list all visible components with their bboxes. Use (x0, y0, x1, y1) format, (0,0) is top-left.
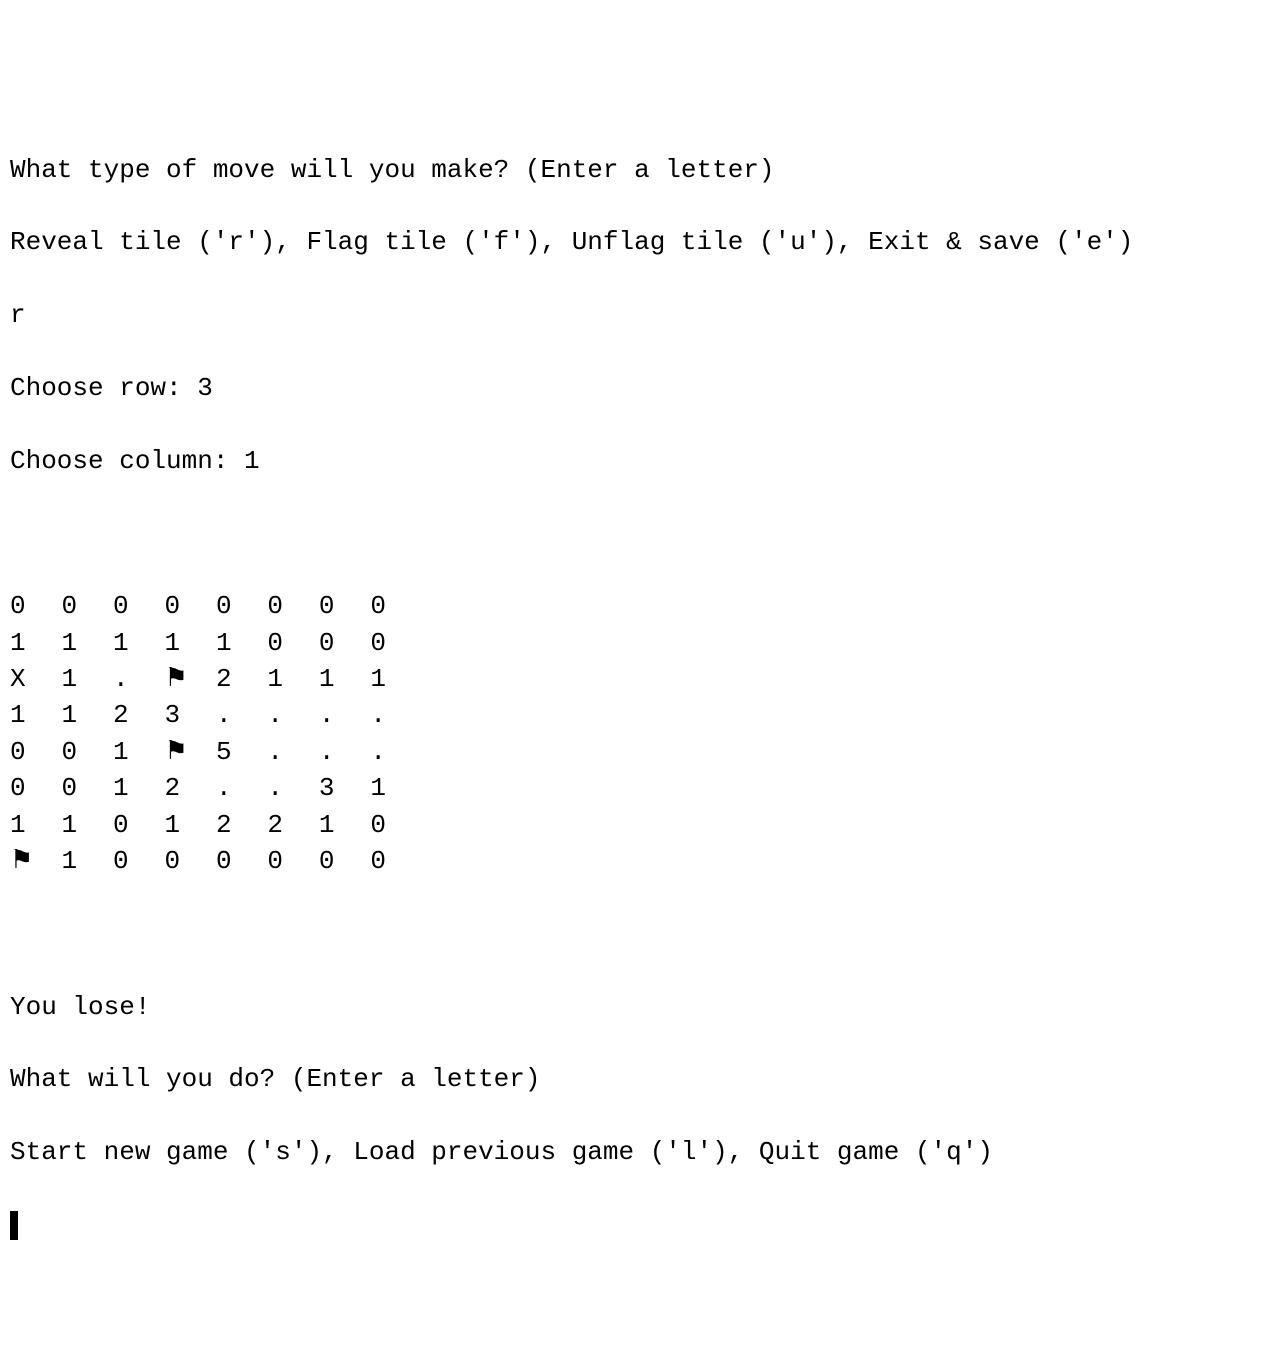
game-board: 0000000011111000X1.⚑21111123....001⚑5...… (10, 588, 1270, 879)
board-cell: 1 (113, 734, 164, 770)
board-cell: 0 (319, 588, 370, 624)
board-cell: 1 (164, 807, 215, 843)
choose-column-line: Choose column: 1 (10, 443, 1270, 479)
blank-line (10, 515, 1270, 551)
board-cell: 1 (113, 625, 164, 661)
board-cell: 1 (10, 697, 61, 733)
board-cell: 0 (216, 588, 267, 624)
board-cell: 0 (113, 843, 164, 879)
board-cell: 1 (319, 661, 370, 697)
column-input[interactable]: 1 (244, 446, 260, 476)
hidden-cell: . (319, 697, 370, 733)
board-cell: 0 (267, 588, 318, 624)
hidden-cell: . (216, 697, 267, 733)
cursor-icon (10, 1211, 18, 1240)
hidden-cell: . (267, 734, 318, 770)
row-input[interactable]: 3 (197, 373, 213, 403)
board-cell: 0 (370, 625, 421, 661)
board-cell: 1 (216, 625, 267, 661)
board-cell: 1 (61, 807, 112, 843)
board-cell: 1 (319, 807, 370, 843)
mine-icon: X (10, 661, 61, 697)
blank-line (10, 916, 1270, 952)
board-cell: 0 (319, 843, 370, 879)
flag-icon: ⚑ (164, 734, 215, 770)
result-message: You lose! (10, 989, 1270, 1025)
choose-row-line: Choose row: 3 (10, 370, 1270, 406)
board-cell: 1 (61, 697, 112, 733)
board-cell: 0 (370, 807, 421, 843)
hidden-cell: . (113, 661, 164, 697)
board-cell: 1 (267, 661, 318, 697)
board-cell: 0 (216, 843, 267, 879)
board-cell: 0 (370, 588, 421, 624)
hidden-cell: . (370, 734, 421, 770)
board-cell: 1 (370, 661, 421, 697)
board-cell: 1 (61, 843, 112, 879)
board-cell: 5 (216, 734, 267, 770)
board-cell: 0 (113, 807, 164, 843)
board-row: 11012210 (10, 807, 1270, 843)
hidden-cell: . (370, 697, 421, 733)
board-cell: 2 (216, 661, 267, 697)
board-cell: 1 (10, 625, 61, 661)
choose-row-label: Choose row: (10, 373, 197, 403)
board-cell: 0 (113, 588, 164, 624)
flag-icon: ⚑ (164, 661, 215, 697)
board-cell: 0 (319, 625, 370, 661)
board-cell: 0 (370, 843, 421, 879)
move-type-prompt: What type of move will you make? (Enter … (10, 152, 1270, 188)
board-cell: 0 (10, 588, 61, 624)
board-row: 0012..31 (10, 770, 1270, 806)
board-cell: 1 (61, 661, 112, 697)
board-row: ⚑1000000 (10, 843, 1270, 879)
board-cell: 2 (216, 807, 267, 843)
choose-column-label: Choose column: (10, 446, 244, 476)
board-row: 11111000 (10, 625, 1270, 661)
board-cell: 1 (10, 807, 61, 843)
move-choice-input[interactable]: r (10, 297, 1270, 333)
board-cell: 1 (164, 625, 215, 661)
board-cell: 0 (164, 588, 215, 624)
board-cell: 0 (267, 625, 318, 661)
board-row: 1123.... (10, 697, 1270, 733)
board-row: 001⚑5... (10, 734, 1270, 770)
board-cell: 3 (319, 770, 370, 806)
board-cell: 0 (61, 734, 112, 770)
board-cell: 1 (113, 770, 164, 806)
cursor-line[interactable] (10, 1207, 1270, 1243)
board-cell: 0 (267, 843, 318, 879)
board-cell: 3 (164, 697, 215, 733)
hidden-cell: . (267, 697, 318, 733)
board-cell: 2 (267, 807, 318, 843)
board-cell: 0 (164, 843, 215, 879)
hidden-cell: . (319, 734, 370, 770)
hidden-cell: . (267, 770, 318, 806)
board-cell: 1 (370, 770, 421, 806)
board-cell: 0 (61, 770, 112, 806)
board-row: 00000000 (10, 588, 1270, 624)
flag-icon: ⚑ (10, 843, 61, 879)
board-cell: 0 (10, 734, 61, 770)
move-options-prompt: Reveal tile ('r'), Flag tile ('f'), Unfl… (10, 224, 1270, 260)
board-cell: 0 (61, 588, 112, 624)
hidden-cell: . (216, 770, 267, 806)
board-cell: 2 (113, 697, 164, 733)
board-cell: 0 (10, 770, 61, 806)
board-cell: 1 (61, 625, 112, 661)
board-cell: 2 (164, 770, 215, 806)
next-action-prompt: What will you do? (Enter a letter) (10, 1061, 1270, 1097)
next-action-options: Start new game ('s'), Load previous game… (10, 1134, 1270, 1170)
board-row: X1.⚑2111 (10, 661, 1270, 697)
